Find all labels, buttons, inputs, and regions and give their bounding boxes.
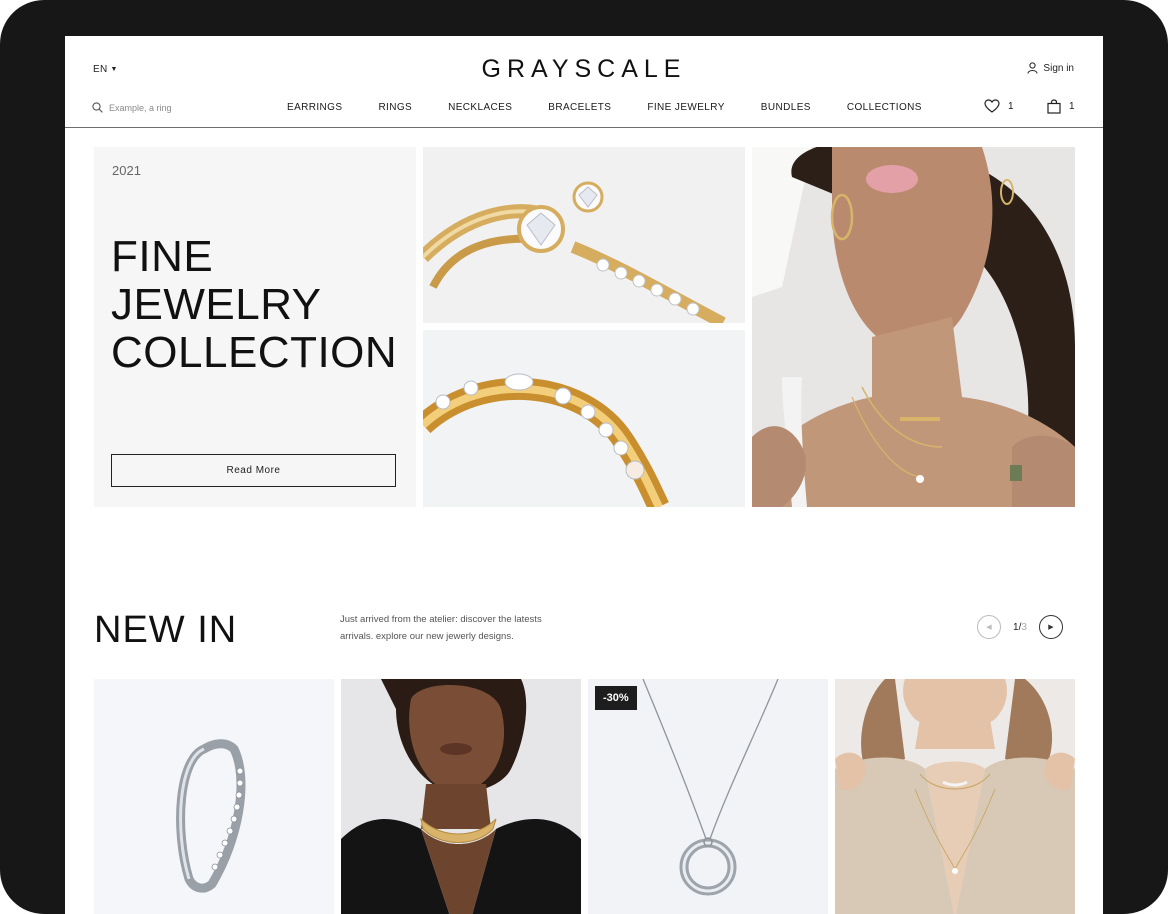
product-card[interactable] — [835, 679, 1075, 914]
hero-title-line: FINE — [111, 232, 214, 281]
hero-band-image[interactable] — [423, 330, 745, 507]
site-logo[interactable]: GRAYSCALE — [65, 55, 1103, 84]
nav-item-bundles[interactable]: BUNDLES — [761, 102, 811, 113]
carousel-pager: ◀ 1/3 ▶ — [977, 615, 1063, 639]
page-total: 3 — [1021, 621, 1027, 633]
model-necklace-image — [835, 679, 1075, 914]
sign-in-label: Sign in — [1043, 62, 1074, 74]
nav-item-rings[interactable]: RINGS — [378, 102, 412, 113]
shopping-bag-icon — [1047, 99, 1061, 114]
sign-in-link[interactable]: Sign in — [1027, 62, 1074, 74]
product-card[interactable]: -30% — [588, 679, 828, 914]
product-card[interactable] — [341, 679, 581, 914]
nav-item-necklaces[interactable]: NECKLACES — [448, 102, 512, 113]
model-gold-choker-image — [341, 679, 581, 914]
page-current: 1 — [1013, 621, 1019, 633]
pendant-necklace-image — [588, 679, 828, 914]
wishlist-button[interactable]: 1 — [984, 99, 1014, 113]
main-nav: EARRINGS RINGS NECKLACES BRACELETS FINE … — [287, 102, 958, 113]
nav-item-earrings[interactable]: EARRINGS — [287, 102, 342, 113]
hero-title-line: COLLECTION — [111, 328, 398, 377]
product-card[interactable] — [94, 679, 334, 914]
hero-title: FINE JEWELRY COLLECTION — [111, 233, 397, 377]
new-in-description: Just arrived from the atelier: discover … — [340, 614, 542, 642]
read-more-button[interactable]: Read More — [111, 454, 396, 487]
search-icon[interactable] — [92, 102, 103, 113]
new-in-title: NEW IN — [94, 609, 238, 651]
previous-arrow-icon[interactable]: ◀ — [977, 615, 1001, 639]
next-arrow-icon[interactable]: ▶ — [1038, 615, 1063, 639]
page-counter: 1/3 — [1013, 621, 1027, 633]
nav-item-collections[interactable]: COLLECTIONS — [847, 102, 922, 113]
hero-year: 2021 — [112, 163, 141, 178]
nav-item-bracelets[interactable]: BRACELETS — [548, 102, 611, 113]
discount-badge: -30% — [595, 686, 637, 710]
header-divider — [65, 127, 1103, 128]
hero-text-panel: 2021 FINE JEWELRY COLLECTION Read More — [94, 147, 416, 507]
hero-title-line: JEWELRY — [111, 280, 322, 329]
hero-model-image[interactable] — [752, 147, 1075, 507]
wishlist-count: 1 — [1008, 100, 1014, 112]
nav-item-fine-jewelry[interactable]: FINE JEWELRY — [647, 102, 724, 113]
cart-count: 1 — [1069, 101, 1075, 112]
search-bar — [92, 102, 199, 113]
device-frame: EN▼ GRAYSCALE Sign in EARRINGS RINGS NEC… — [0, 0, 1168, 914]
hero-ring-image[interactable] — [423, 147, 745, 323]
cart-button[interactable]: 1 — [1047, 99, 1075, 114]
hoop-earring-image — [94, 679, 334, 914]
browser-screen: EN▼ GRAYSCALE Sign in EARRINGS RINGS NEC… — [65, 36, 1103, 914]
search-input[interactable] — [109, 102, 199, 113]
heart-icon — [984, 99, 1000, 113]
user-icon — [1027, 62, 1038, 74]
